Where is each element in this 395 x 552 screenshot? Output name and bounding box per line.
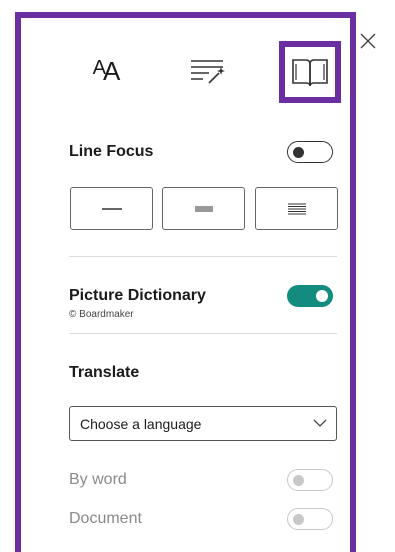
by-word-label: By word (69, 471, 127, 488)
language-select[interactable]: Choose a language (69, 406, 337, 441)
chevron-down-icon (313, 419, 327, 427)
line-focus-five-lines-button[interactable] (255, 187, 338, 230)
book-icon (292, 59, 328, 87)
divider (69, 256, 337, 257)
text-size-icon: AA (92, 55, 121, 86)
tab-grammar-options[interactable] (182, 46, 232, 96)
translate-heading: Translate (69, 364, 140, 381)
tab-text-preferences[interactable]: AA (82, 46, 128, 96)
line-focus-toggle[interactable] (287, 141, 333, 163)
line-focus-one-line-button[interactable] (70, 187, 153, 230)
boardmaker-credit: © Boardmaker (69, 309, 134, 320)
toggle-knob (293, 474, 304, 486)
document-toggle[interactable] (287, 508, 333, 530)
divider (69, 333, 337, 334)
line-focus-label: Line Focus (69, 143, 154, 160)
by-word-toggle[interactable] (287, 469, 333, 491)
three-lines-icon (194, 206, 213, 211)
document-label: Document (69, 510, 142, 527)
toggle-knob (293, 513, 304, 525)
picture-dictionary-label: Picture Dictionary (69, 287, 206, 304)
close-button[interactable] (359, 32, 377, 50)
picture-dictionary-toggle[interactable] (287, 285, 333, 307)
toggle-knob (316, 290, 328, 302)
five-lines-icon (287, 203, 306, 214)
line-focus-three-lines-button[interactable] (162, 187, 245, 230)
close-icon (360, 33, 376, 49)
one-line-icon (101, 207, 122, 210)
language-select-value: Choose a language (80, 416, 202, 432)
tab-reading-preferences[interactable] (279, 41, 341, 103)
grammar-options-icon (191, 60, 225, 84)
toggle-knob (293, 146, 304, 158)
